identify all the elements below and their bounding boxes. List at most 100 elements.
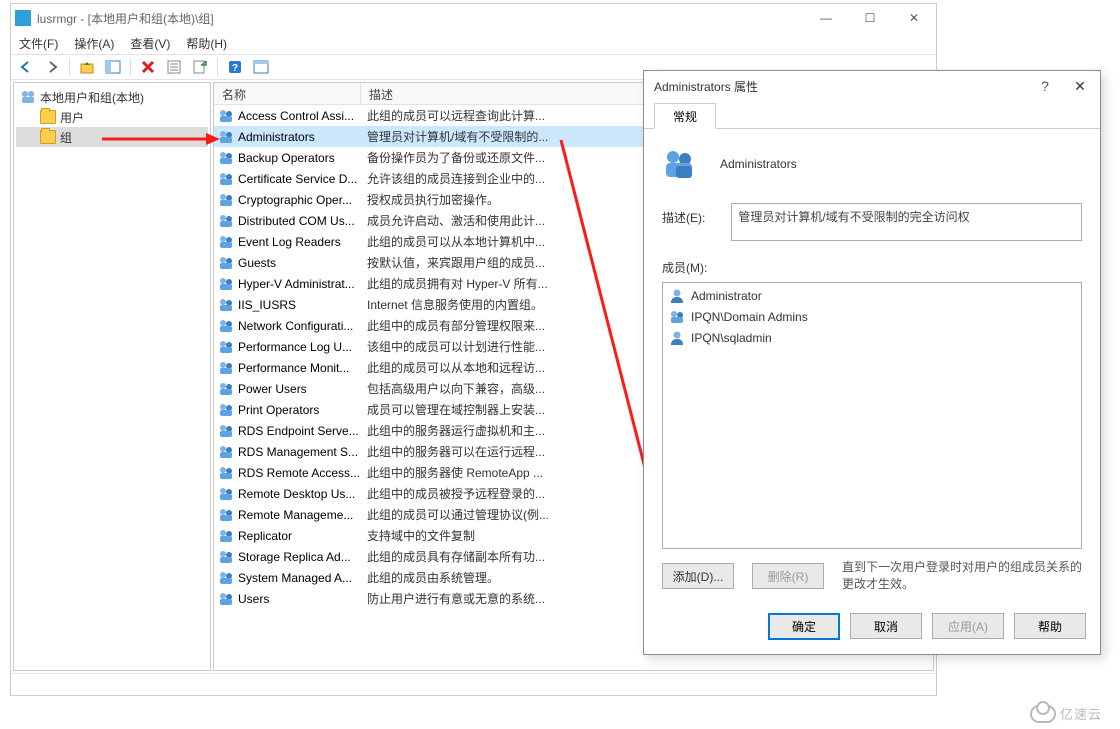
group-name: Performance Log U... — [238, 340, 352, 354]
group-name: Remote Desktop Us... — [238, 487, 355, 501]
watermark: 亿速云 — [1030, 704, 1102, 723]
tree-groups[interactable]: 组 — [16, 127, 208, 147]
group-icon — [218, 465, 234, 481]
dialog-title: Administrators 属性 — [654, 78, 758, 95]
user-icon — [669, 288, 685, 304]
menu-file[interactable]: 文件(F) — [19, 35, 58, 52]
group-icon — [218, 108, 234, 124]
group-icon — [218, 339, 234, 355]
ok-button[interactable]: 确定 — [768, 613, 840, 640]
folder-icon — [40, 110, 56, 124]
tree-groups-label: 组 — [60, 129, 72, 146]
group-icon — [218, 381, 234, 397]
cloud-icon — [1030, 705, 1056, 723]
group-icon — [218, 192, 234, 208]
delete-button[interactable] — [137, 56, 159, 78]
properties-button[interactable] — [163, 56, 185, 78]
group-name: System Managed A... — [238, 571, 352, 585]
group-name: Backup Operators — [238, 151, 335, 165]
group-icon — [218, 150, 234, 166]
group-icon — [669, 309, 685, 325]
titlebar: lusrmgr - [本地用户和组(本地)\组] — ☐ ✕ — [11, 4, 936, 32]
group-icon — [218, 591, 234, 607]
members-listbox[interactable]: Administrator IPQN\Domain AdminsIPQN\sqla… — [662, 282, 1082, 549]
add-button[interactable]: 添加(D)... — [662, 563, 734, 589]
help-button[interactable]: 帮助 — [1014, 613, 1086, 639]
group-name: Performance Monit... — [238, 361, 349, 375]
minimize-button[interactable]: — — [804, 4, 848, 32]
maximize-button[interactable]: ☐ — [848, 4, 892, 32]
group-name: Network Configurati... — [238, 319, 353, 333]
back-button[interactable] — [15, 56, 37, 78]
group-icon — [218, 444, 234, 460]
menubar: 文件(F) 操作(A) 查看(V) 帮助(H) — [11, 32, 936, 54]
group-icon — [218, 402, 234, 418]
group-icon — [218, 486, 234, 502]
group-name: Storage Replica Ad... — [238, 550, 351, 564]
member-row[interactable]: Administrator — [665, 285, 1079, 306]
menu-action[interactable]: 操作(A) — [74, 35, 114, 52]
group-name: Administrators — [238, 130, 315, 144]
close-button[interactable]: ✕ — [892, 4, 936, 32]
tree-panel: 本地用户和组(本地) 用户 组 — [13, 82, 211, 671]
group-icon — [218, 423, 234, 439]
window-title: lusrmgr - [本地用户和组(本地)\组] — [37, 10, 804, 27]
apply-button[interactable]: 应用(A) — [932, 613, 1004, 639]
user-icon — [669, 330, 685, 346]
menu-help[interactable]: 帮助(H) — [186, 35, 227, 52]
group-icon — [218, 570, 234, 586]
group-name: RDS Management S... — [238, 445, 358, 459]
group-name: Distributed COM Us... — [238, 214, 355, 228]
tab-strip: 常规 — [644, 101, 1100, 129]
group-icon — [218, 360, 234, 376]
members-label: 成员(M): — [662, 259, 1082, 276]
group-icon — [218, 129, 234, 145]
refresh-button[interactable] — [250, 56, 272, 78]
group-icon — [218, 507, 234, 523]
column-name[interactable]: 名称 — [214, 83, 361, 104]
group-icon — [218, 297, 234, 313]
group-name: Event Log Readers — [238, 235, 341, 249]
up-button[interactable] — [76, 56, 98, 78]
member-name: Administrator — [691, 289, 762, 303]
dialog-titlebar: Administrators 属性 ? ✕ — [644, 71, 1100, 101]
membership-note: 直到下一次用户登录时对用户的组成员关系的更改才生效。 — [842, 559, 1082, 593]
group-icon — [218, 549, 234, 565]
group-name: Certificate Service D... — [238, 172, 357, 186]
group-icon — [218, 171, 234, 187]
menu-view[interactable]: 查看(V) — [130, 35, 170, 52]
group-icon — [218, 528, 234, 544]
properties-dialog: Administrators 属性 ? ✕ 常规 Administrators … — [643, 70, 1101, 655]
member-row[interactable]: IPQN\sqladmin — [665, 327, 1079, 348]
users-groups-icon — [20, 89, 36, 105]
export-button[interactable] — [189, 56, 211, 78]
dialog-help-button[interactable]: ? — [1030, 78, 1060, 94]
tree-users[interactable]: 用户 — [16, 107, 208, 127]
cancel-button[interactable]: 取消 — [850, 613, 922, 639]
tab-general[interactable]: 常规 — [654, 103, 716, 129]
statusbar — [11, 673, 936, 695]
group-name: Remote Manageme... — [238, 508, 353, 522]
description-input[interactable]: 管理员对计算机/域有不受限制的完全访问权 — [731, 203, 1082, 241]
dialog-close-button[interactable]: ✕ — [1060, 78, 1100, 95]
group-name: Cryptographic Oper... — [238, 193, 352, 207]
group-icon — [218, 276, 234, 292]
group-name: RDS Endpoint Serve... — [238, 424, 359, 438]
forward-button[interactable] — [41, 56, 63, 78]
tree-root[interactable]: 本地用户和组(本地) — [16, 87, 208, 107]
app-icon — [15, 10, 31, 26]
help-button[interactable]: ? — [224, 56, 246, 78]
show-hide-tree-button[interactable] — [102, 56, 124, 78]
group-name: RDS Remote Access... — [238, 466, 360, 480]
folder-icon — [40, 130, 56, 144]
group-name: Access Control Assi... — [238, 109, 354, 123]
group-name: IIS_IUSRS — [238, 298, 296, 312]
group-icon — [218, 213, 234, 229]
description-label: 描述(E): — [662, 203, 705, 226]
remove-button[interactable]: 删除(R) — [752, 563, 824, 589]
tree-root-label: 本地用户和组(本地) — [40, 89, 144, 106]
group-name: Hyper-V Administrat... — [238, 277, 355, 291]
group-name: Print Operators — [238, 403, 319, 417]
group-icon — [218, 234, 234, 250]
member-row[interactable]: IPQN\Domain Admins — [665, 306, 1079, 327]
